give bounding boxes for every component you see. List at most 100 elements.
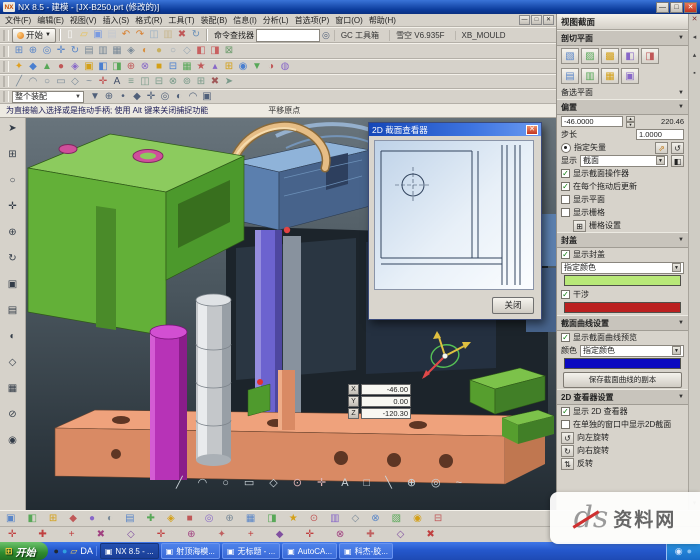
blue-mold-plates[interactable] (235, 124, 376, 230)
toolbar-grip[interactable] (3, 46, 9, 57)
dialog-close-icon[interactable]: ✕ (526, 125, 538, 135)
point-tool-icon[interactable]: ⊙ (293, 476, 302, 490)
plane-yc-icon[interactable]: ▨ (581, 48, 599, 64)
dialog-title-bar[interactable]: 2D 截面查看器 ✕ (369, 123, 541, 136)
menu-item[interactable]: 帮助(H) (366, 15, 399, 26)
dot-circle-icon[interactable]: ⊙ (310, 512, 318, 526)
extrude-icon[interactable]: ◆ (26, 60, 40, 74)
zoom-in-icon[interactable]: ⊕ (26, 44, 40, 58)
datum-plane-icon[interactable]: ★ (194, 60, 208, 74)
checkbox[interactable] (561, 290, 570, 299)
tangent-snap-icon[interactable]: ◠ (186, 90, 200, 104)
copy-icon[interactable]: ◫ (147, 28, 161, 42)
profile-line-icon[interactable]: ╱ (176, 476, 183, 490)
cross-tool-icon[interactable]: ✛ (317, 476, 326, 490)
block-icon[interactable]: ■ (187, 512, 193, 526)
feature-icon[interactable]: ▣ (6, 512, 15, 526)
diamond-icon[interactable]: ◇ (352, 512, 360, 526)
orient-cube-front-icon[interactable]: ▤ (561, 68, 579, 84)
browser-icon[interactable]: ● (62, 546, 67, 556)
rows-icon[interactable]: ▥ (330, 512, 339, 526)
tray-volume-icon[interactable]: ◉ (675, 546, 683, 556)
menu-item[interactable]: 格式(R) (132, 15, 165, 26)
window-control-button[interactable]: □ (670, 2, 683, 13)
subtract-icon[interactable]: ⊟ (166, 60, 180, 74)
new-file-icon[interactable]: ▯ (63, 28, 77, 42)
panel-pin-icon[interactable]: ◂ (693, 34, 697, 42)
plus-point-icon[interactable]: + (69, 528, 75, 542)
plane-icon[interactable]: ▤ (125, 512, 134, 526)
group-section-plane[interactable]: 剖切平面 ▼ (557, 30, 688, 46)
panel-close-icon[interactable]: ✕ (692, 16, 698, 24)
qq-icon[interactable]: ● (54, 546, 59, 556)
circle-icon[interactable]: ○ (40, 75, 54, 89)
option-checkbox-row[interactable]: 显示栅格 (557, 206, 688, 219)
curve-preview-row[interactable]: 显示截面曲线预览 (557, 331, 688, 344)
layers-icon[interactable]: ▦ (6, 382, 19, 395)
offset-spinner[interactable]: ▲▼ (626, 116, 635, 127)
front-view-icon[interactable]: ▤ (82, 44, 96, 58)
circle-tool-icon[interactable]: ○ (222, 476, 229, 490)
interference-color-swatch[interactable] (564, 302, 681, 313)
pan-tool-icon[interactable]: ✛ (6, 200, 19, 213)
selection-scope-dropdown[interactable]: 整个装配 ▼ (12, 91, 84, 103)
save-section-curves-button[interactable]: 保存截面曲线的副本 (563, 372, 682, 388)
point-icon[interactable]: ✛ (96, 75, 110, 89)
studio-render-icon[interactable]: ● (152, 44, 166, 58)
coordinate-value-field[interactable]: -46.00 (361, 384, 411, 395)
wireframe-tool-icon[interactable]: ◇ (6, 356, 19, 369)
interference-row[interactable]: 干涉 (557, 288, 688, 301)
option-checkbox-row[interactable]: 显示截面操作器 (557, 167, 688, 180)
salmon-base-plate[interactable] (55, 410, 545, 484)
option-checkbox-row[interactable]: 在每个拖动后更新 (557, 180, 688, 193)
section-icon[interactable]: ◧ (27, 512, 36, 526)
intersect-icon[interactable]: ▦ (180, 60, 194, 74)
zoom-tool-icon[interactable]: ⊕ (6, 226, 19, 239)
window-control-button[interactable]: — (656, 2, 669, 13)
curve-color-dropdown[interactable]: 指定颜色 ▼ (580, 345, 684, 357)
blend-icon[interactable]: ⊕ (124, 60, 138, 74)
toolbar-grip[interactable] (3, 91, 9, 102)
expression-icon[interactable]: ◉ (236, 60, 250, 74)
child-window-control[interactable]: □ (531, 15, 542, 25)
pocket-icon[interactable]: ▣ (82, 60, 96, 74)
checkbox[interactable] (561, 169, 570, 178)
trim-curve-icon[interactable]: ✖ (208, 75, 222, 89)
menu-item[interactable]: 视图(V) (67, 15, 100, 26)
display-mode-dropdown[interactable]: 截面 ▼ (580, 155, 668, 167)
print-icon[interactable]: ▤ (105, 28, 119, 42)
polygon-icon[interactable]: ◇ (68, 75, 82, 89)
filter-icon[interactable]: ▼ (88, 90, 102, 104)
taskbar-task-button[interactable]: ▣ AutoCA... (282, 543, 337, 559)
rotate-right-row[interactable]: ↻ 向右旋转 (557, 444, 688, 457)
snap-point-icon[interactable]: ⊕ (102, 90, 116, 104)
grid-icon[interactable]: ⊞ (49, 512, 57, 526)
group-section-curves[interactable]: 截面曲线设置 ▼ (557, 315, 688, 331)
plus-icon[interactable]: ✚ (147, 512, 155, 526)
rectangle-icon[interactable]: ▭ (54, 75, 68, 89)
menu-item[interactable]: 窗口(O) (332, 15, 366, 26)
step-value-field[interactable]: 1.0000 (636, 129, 684, 140)
sphere-icon[interactable]: ● (89, 512, 95, 526)
wireframe-mode-icon[interactable]: ○ (166, 44, 180, 58)
start-menu-button[interactable]: 开始 ▼ (12, 28, 56, 43)
rotate-view-icon[interactable]: ↻ (68, 44, 82, 58)
extend-curve-icon[interactable]: ➤ (222, 75, 236, 89)
section-view-icon[interactable]: ◧ (194, 44, 208, 58)
minus-box-icon[interactable]: ⊟ (434, 512, 442, 526)
cap-color-swatch[interactable] (564, 275, 681, 286)
offset-tool-icon[interactable]: ⊕ (407, 476, 416, 490)
chamfer-icon[interactable]: ◨ (110, 60, 124, 74)
section-2d-canvas[interactable] (374, 140, 534, 290)
dialog-close-button[interactable]: 关闭 (492, 297, 534, 314)
da-icon[interactable]: DA (80, 546, 93, 556)
child-window-control[interactable]: ✕ (543, 15, 554, 25)
taskbar-task-button[interactable]: ▣ 射顶海模... (161, 543, 220, 559)
gem-icon[interactable]: ◈ (167, 512, 175, 526)
view-plane-icon[interactable]: ▤ (6, 304, 19, 317)
center-snap-icon[interactable]: ◎ (158, 90, 172, 104)
circle-x2-icon[interactable]: ⊗ (336, 528, 344, 542)
circle-x-icon[interactable]: ⊗ (371, 512, 379, 526)
checkbox[interactable] (561, 195, 570, 204)
snapshot-icon[interactable]: ⊠ (222, 44, 236, 58)
